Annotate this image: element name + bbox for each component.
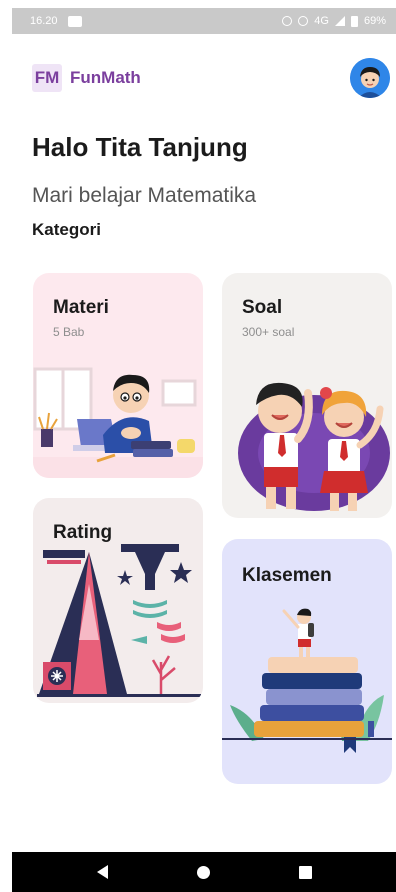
home-icon[interactable] [196,865,210,879]
status-time: 16.20 [30,15,58,27]
kid-on-books-illustration [222,608,392,753]
abstract-art-illustration [37,544,201,697]
kids-cheering-illustration [238,382,390,511]
battery-percent: 69% [363,15,386,27]
back-icon[interactable] [96,865,108,879]
card-title: Soal [242,297,283,318]
category-heading: Kategori [32,220,101,239]
greeting-subtitle: Mari belajar Matematika [32,184,257,207]
app-logo: FM [32,64,62,92]
message-icon [67,15,82,27]
status-bar: 16.20 4G 69% [12,8,396,34]
signal-icon [334,16,345,26]
avatar-face-icon [350,58,390,98]
greeting-title: Halo Tita Tanjung [32,132,248,162]
category-card-klasemen[interactable]: Klasemen [222,539,392,784]
alarm-icon [282,16,293,26]
card-title: Rating [53,522,113,543]
vibrate-icon [298,16,309,26]
app-name: FunMath [70,68,141,87]
student-laptop-illustration [33,367,203,478]
card-subtitle: 300+ soal [242,325,295,339]
system-nav-bar [12,852,396,892]
card-subtitle: 5 Bab [53,325,85,339]
app-brand: FM FunMath [32,64,141,92]
card-title: Klasemen [242,565,332,586]
category-card-materi[interactable]: Materi 5 Bab [33,273,203,478]
category-card-soal[interactable]: Soal 300+ soal [222,273,392,518]
category-card-rating[interactable]: Rating [33,498,203,703]
network-label: 4G [314,15,329,27]
card-title: Materi [53,297,109,318]
recents-icon[interactable] [298,865,312,879]
battery-icon [350,15,358,27]
user-avatar[interactable] [350,58,390,98]
